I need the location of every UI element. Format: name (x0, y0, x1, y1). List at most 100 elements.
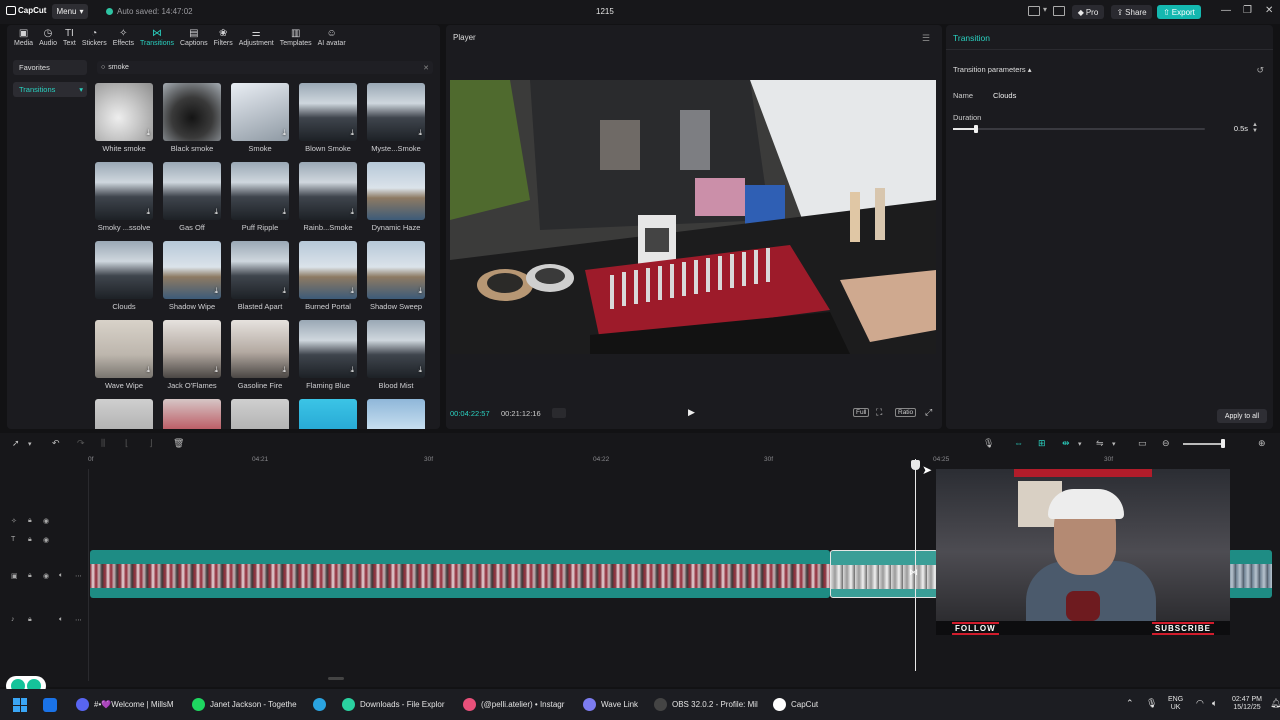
taskbar-app[interactable] (313, 698, 326, 711)
transition-thumbnail[interactable] (367, 162, 425, 220)
download-icon[interactable]: ⤓ (146, 128, 150, 138)
undo-icon[interactable]: ↶ (52, 438, 60, 449)
reset-icon[interactable]: ↺ (1256, 65, 1264, 76)
download-icon[interactable]: ⤓ (350, 128, 354, 138)
share-button[interactable]: ⇪ Share (1111, 5, 1152, 19)
chevron-down-icon[interactable]: ▾ (1043, 5, 1047, 14)
download-icon[interactable]: ⤓ (146, 365, 150, 375)
microphone-icon[interactable]: 🎙 (1146, 699, 1157, 708)
zoom-out-icon[interactable]: ⊖ (1162, 438, 1170, 449)
transition-item[interactable]: Dynamic Haze (367, 162, 425, 232)
tool-filters[interactable]: ❀ Filters (211, 25, 236, 50)
transition-thumbnail[interactable]: ⤓ (367, 83, 425, 141)
tool-captions[interactable]: ▤ Captions (177, 25, 211, 50)
tool-audio[interactable]: ◷ Audio (36, 25, 60, 50)
transition-thumbnail[interactable]: ⤓ (299, 241, 357, 299)
more-icon[interactable]: ⋯ (75, 572, 82, 580)
duration-stepper[interactable]: 0.5s ▲ ▼ (1210, 122, 1260, 135)
transition-item[interactable]: ⤓ Blood Mist (367, 320, 425, 390)
transition-thumbnail[interactable] (231, 399, 289, 429)
taskbar-app[interactable]: Janet Jackson - Togethe (192, 698, 297, 711)
download-icon[interactable]: ⤓ (418, 128, 422, 138)
transition-thumbnail[interactable]: ⤓ (299, 83, 357, 141)
download-icon[interactable]: ⤓ (282, 128, 286, 138)
windows-start-icon[interactable] (13, 698, 27, 712)
download-icon[interactable]: ⤓ (282, 286, 286, 296)
transition-thumbnail[interactable] (95, 399, 153, 429)
transition-item[interactable]: ⤓ Shadow Sweep (367, 241, 425, 311)
tool-stickers[interactable]: ◔ Stickers (79, 25, 110, 50)
tool-transitions[interactable]: ⋈ Transitions (137, 25, 177, 50)
transition-item[interactable]: ⤓ Smoke (231, 83, 289, 153)
chevron-down-icon[interactable]: ▾ (1078, 440, 1082, 448)
taskbar-app[interactable]: #•💜Welcome | MillsM (76, 698, 174, 711)
transition-thumbnail[interactable]: ⤓ (163, 241, 221, 299)
ratio-button[interactable]: Ratio (895, 408, 917, 417)
download-icon[interactable]: ⤓ (350, 207, 354, 217)
transition-item[interactable] (163, 399, 221, 429)
transition-thumbnail[interactable]: ⤓ (367, 241, 425, 299)
transition-thumbnail[interactable] (163, 399, 221, 429)
taskbar-app[interactable]: Wave Link (583, 698, 638, 711)
split-icon[interactable]: ⫼ (101, 438, 105, 449)
video-clip-selected[interactable] (830, 550, 938, 598)
transition-item[interactable]: ⤓ Gasoline Fire (231, 320, 289, 390)
transition-thumbnail[interactable]: ⤓ (95, 83, 153, 141)
crop-icon[interactable]: ⛶ (876, 407, 882, 418)
download-icon[interactable]: ⤓ (214, 286, 218, 296)
chevron-up-icon[interactable]: ⌃ (1126, 699, 1134, 708)
split-right-icon[interactable]: ⌋ (149, 438, 153, 449)
transition-thumbnail[interactable] (299, 399, 357, 429)
transition-marker-icon[interactable]: ⋈ (909, 567, 918, 578)
transition-thumbnail[interactable]: ⤓ (231, 241, 289, 299)
download-icon[interactable]: ⤓ (214, 207, 218, 217)
tool-text[interactable]: TI Text (60, 25, 79, 50)
transition-item[interactable]: ⤓ Flaming Blue (299, 320, 357, 390)
volume-icon[interactable]: 🔈︎ (59, 572, 63, 580)
lock-icon[interactable]: 🔒︎ (28, 536, 32, 544)
transition-item[interactable]: ⤓ Blasted Apart (231, 241, 289, 311)
search-input[interactable]: ○ smoke ✕ (97, 61, 433, 74)
playhead[interactable] (911, 459, 920, 671)
transition-thumbnail[interactable]: ⤓ (231, 320, 289, 378)
transition-thumbnail[interactable] (95, 241, 153, 299)
close-icon[interactable]: ✕ (1265, 5, 1273, 16)
microphone-icon[interactable]: 🎙 (983, 438, 994, 449)
transition-thumbnail[interactable]: ⤓ (299, 162, 357, 220)
lock-icon[interactable]: 🔒︎ (28, 517, 32, 525)
menu-icon[interactable]: ☰ (922, 33, 930, 44)
slider-handle[interactable] (973, 125, 978, 133)
tool-effects[interactable]: ✧ Effects (110, 25, 137, 50)
tool-ai-avatar[interactable]: ☺ AI avatar (315, 25, 349, 50)
more-icon[interactable]: ⋯ (75, 616, 82, 624)
transition-item[interactable]: ⤓ Jack O'Flames (163, 320, 221, 390)
transition-item[interactable] (299, 399, 357, 429)
pro-button[interactable]: ◆ Pro (1072, 5, 1104, 19)
transition-thumbnail[interactable]: ⤓ (367, 320, 425, 378)
chevron-down-icon[interactable]: ▾ (28, 440, 32, 448)
transition-item[interactable]: ⤓ Myste...Smoke (367, 83, 425, 153)
volume-icon[interactable]: 🔈︎ (1212, 699, 1217, 708)
transition-thumbnail[interactable] (367, 399, 425, 429)
wifi-icon[interactable]: ◠ (1196, 699, 1204, 708)
redo-icon[interactable]: ↷ (77, 438, 85, 449)
outlook-icon[interactable] (43, 698, 57, 712)
download-icon[interactable]: ⤓ (214, 365, 218, 375)
download-icon[interactable]: ⤓ (146, 207, 150, 217)
download-icon[interactable]: ⤓ (282, 365, 286, 375)
video-clip[interactable] (1228, 550, 1272, 598)
download-icon[interactable]: ⤓ (350, 365, 354, 375)
eye-icon[interactable]: ◉ (43, 536, 49, 544)
tool-media[interactable]: ▣ Media (11, 25, 36, 50)
menu-button[interactable]: Menu ▾ (52, 4, 88, 19)
zoom-in-icon[interactable]: ⊕ (1258, 438, 1266, 449)
preview-axis-icon[interactable]: ⇋ (1096, 438, 1104, 449)
sidebar-item-favorites[interactable]: Favorites (13, 60, 87, 75)
transition-thumbnail[interactable]: ⤓ (95, 320, 153, 378)
clock[interactable]: 02:47 PM 15/12/25 (1232, 696, 1262, 712)
download-icon[interactable]: ⤓ (282, 207, 286, 217)
transition-item[interactable]: Clouds (95, 241, 153, 311)
video-preview[interactable] (450, 80, 936, 354)
video-clip[interactable] (90, 550, 830, 598)
download-icon[interactable]: ⤓ (418, 365, 422, 375)
